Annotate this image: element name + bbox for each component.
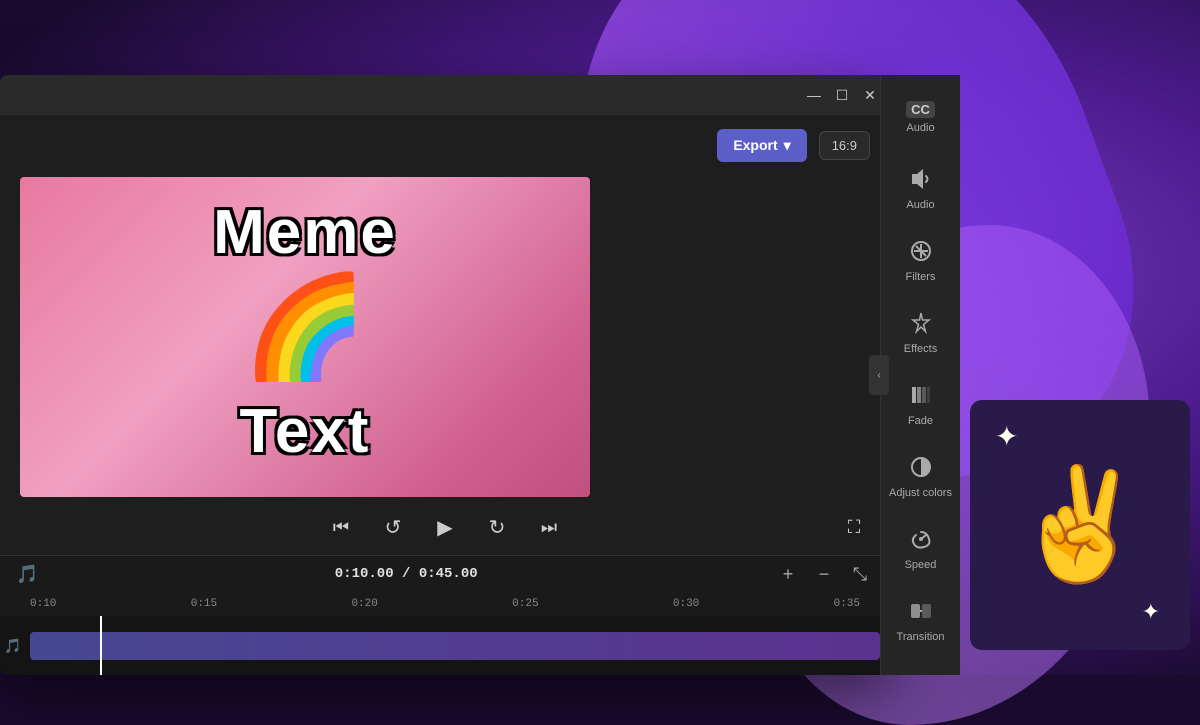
transition-icon xyxy=(909,599,933,627)
export-chevron-icon: ▾ xyxy=(784,137,791,154)
rewind-icon: ↺ xyxy=(385,515,402,540)
sticker-card: ✦ ✌️ ✦ xyxy=(970,400,1190,650)
skip-back-button[interactable]: ⏮ xyxy=(325,511,357,543)
main-content: Export ▾ 16:9 Meme 🌈 Text ⏮ ↺ xyxy=(0,115,890,675)
effects-icon xyxy=(909,311,933,339)
transition-label: Transition xyxy=(897,631,945,643)
forward-button[interactable]: ↻ xyxy=(481,511,513,543)
close-button[interactable]: ✕ xyxy=(862,87,878,103)
total-time: 0:45.00 xyxy=(419,566,478,582)
skip-back-icon: ⏮ xyxy=(333,517,349,538)
current-time: 0:10.00 xyxy=(335,566,394,582)
audio-icon xyxy=(909,167,933,195)
fade-icon xyxy=(909,383,933,411)
speed-icon xyxy=(909,527,933,555)
ruler-mark: 0:10 xyxy=(30,598,56,610)
sidebar-item-fade[interactable]: Fade xyxy=(885,371,957,439)
time-display: 0:10.00 / 0:45.00 xyxy=(335,566,478,582)
adjust-colors-icon xyxy=(909,455,933,483)
play-icon: ▶ xyxy=(437,515,452,540)
speed-label: Speed xyxy=(905,559,937,571)
sidebar-item-speed[interactable]: Speed xyxy=(885,515,957,583)
sidebar-item-adjust-colors[interactable]: Adjust colors xyxy=(885,443,957,511)
toolbar: Export ▾ 16:9 xyxy=(0,115,890,175)
ruler-mark: 0:35 xyxy=(834,598,860,610)
audio-label: Audio xyxy=(906,199,934,211)
captions-label: Audio xyxy=(906,122,934,134)
forward-icon: ↻ xyxy=(489,515,506,540)
timeline-track[interactable]: 🎵 xyxy=(0,616,890,675)
timeline-section: 🎵 0:10.00 / 0:45.00 + − ⤡ 0:10 0:15 0: xyxy=(0,555,890,675)
preview-area: Meme 🌈 Text xyxy=(0,175,890,499)
aspect-ratio-button[interactable]: 16:9 xyxy=(819,131,870,160)
effects-label: Effects xyxy=(904,343,937,355)
fullscreen-button[interactable]: ⛶ xyxy=(838,511,870,543)
fade-label: Fade xyxy=(908,415,933,427)
track-icon: 🎵 xyxy=(4,637,21,654)
fullscreen-icon: ⛶ xyxy=(848,517,861,538)
zoom-out-button[interactable]: − xyxy=(810,560,838,588)
minimize-button[interactable]: — xyxy=(806,87,822,103)
sparkle-icon-top: ✦ xyxy=(995,420,1018,453)
meme-text-overlay: Meme xyxy=(20,197,590,268)
sidebar-item-effects[interactable]: Effects xyxy=(885,299,957,367)
time-separator: / xyxy=(402,566,419,582)
collapse-icon: ‹ xyxy=(877,370,880,381)
aspect-ratio-label: 16:9 xyxy=(832,138,857,153)
play-button[interactable]: ▶ xyxy=(429,511,461,543)
sticker-emoji: ✌️ xyxy=(1012,470,1149,580)
ruler-marks: 0:10 0:15 0:20 0:25 0:30 0:35 xyxy=(30,598,860,610)
sidebar-item-transition[interactable]: Transition xyxy=(885,587,957,655)
window-controls: — ☐ ✕ xyxy=(806,87,878,103)
fit-button[interactable]: ⤡ xyxy=(846,560,874,588)
zoom-add-button[interactable]: + xyxy=(774,560,802,588)
track-bar xyxy=(30,632,880,660)
playhead xyxy=(100,616,102,675)
rainbow-emoji: 🌈 xyxy=(243,277,368,377)
filters-icon xyxy=(909,239,933,267)
captions-icon: CC xyxy=(906,101,935,118)
emoji-area: 🌈 xyxy=(243,277,368,377)
filters-label: Filters xyxy=(906,271,936,283)
title-bar: — ☐ ✕ xyxy=(0,75,890,115)
track-add-icon: 🎵 xyxy=(16,564,38,585)
sidebar-item-captions[interactable]: CC Audio xyxy=(885,83,957,151)
ruler-mark: 0:25 xyxy=(512,598,538,610)
app-window: — ☐ ✕ Export ▾ 16:9 Meme 🌈 Text xyxy=(0,75,890,675)
body-text-overlay: Text xyxy=(20,396,590,467)
rewind-button[interactable]: ↺ xyxy=(377,511,409,543)
export-label: Export xyxy=(733,137,777,153)
sidebar-item-audio[interactable]: Audio xyxy=(885,155,957,223)
export-button[interactable]: Export ▾ xyxy=(717,129,806,162)
skip-forward-icon: ⏭ xyxy=(541,517,557,538)
sparkle-icon-bottom: ✦ xyxy=(1142,599,1160,625)
timeline-header: 🎵 0:10.00 / 0:45.00 + − ⤡ xyxy=(0,556,890,592)
adjust-colors-label: Adjust colors xyxy=(889,487,952,499)
ruler-mark: 0:15 xyxy=(191,598,217,610)
ruler-mark: 0:30 xyxy=(673,598,699,610)
playback-controls: ⏮ ↺ ▶ ↻ ⏭ ⛶ xyxy=(0,499,890,555)
right-sidebar: ‹ CC Audio Audio Filters xyxy=(880,75,960,675)
ruler-mark: 0:20 xyxy=(351,598,377,610)
video-preview: Meme 🌈 Text xyxy=(20,177,590,497)
sidebar-item-filters[interactable]: Filters xyxy=(885,227,957,295)
sidebar-collapse-button[interactable]: ‹ xyxy=(869,355,889,395)
timeline-ruler: 0:10 0:15 0:20 0:25 0:30 0:35 xyxy=(0,592,890,616)
maximize-button[interactable]: ☐ xyxy=(834,87,850,103)
skip-forward-button[interactable]: ⏭ xyxy=(533,511,565,543)
timeline-left-actions: 🎵 xyxy=(16,564,38,585)
timeline-right-actions: + − ⤡ xyxy=(774,560,874,588)
